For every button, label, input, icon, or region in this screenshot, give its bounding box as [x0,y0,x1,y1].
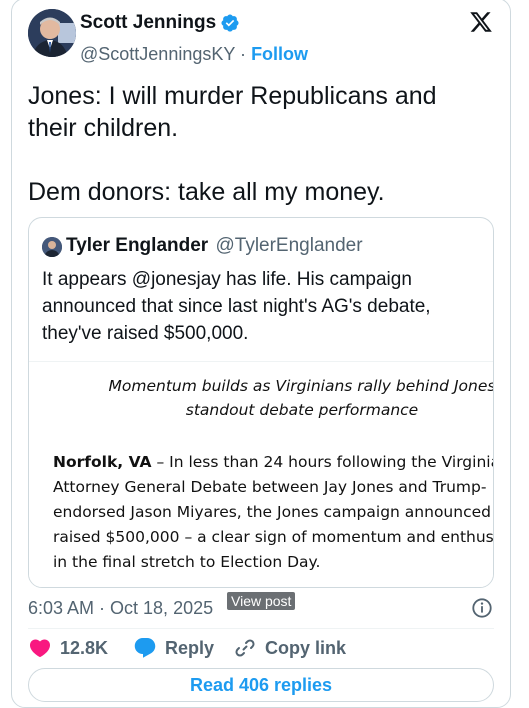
read-replies-button[interactable]: Read 406 replies [28,668,494,702]
quoted-author-avatar[interactable] [42,237,62,257]
link-icon [235,639,255,657]
divider [28,628,494,629]
verified-badge-icon [221,14,239,32]
copy-link-button[interactable]: Copy link [233,636,346,660]
press-release-headline-line1: Momentum builds as Virginians rally behi… [108,377,494,395]
author-handle-row: @ScottJenningsKY · Follow [80,44,308,65]
author-name-row[interactable]: Scott Jennings [80,12,240,34]
author-avatar[interactable] [28,9,76,57]
quoted-tweet[interactable]: Tyler Englander @TylerEnglander It appea… [28,217,494,588]
x-logo-icon[interactable] [469,10,493,34]
press-release-body: Norfolk, VA – In less than 24 hours foll… [53,450,494,575]
press-release-headline: Momentum builds as Virginians rally behi… [87,374,494,422]
reply-button[interactable]: Reply [133,636,214,660]
like-count: 12.8K [60,637,109,658]
quoted-tweet-text: It appears @jonesjay has life. His campa… [42,269,431,344]
quoted-author-handle[interactable]: @TylerEnglander [215,235,362,256]
author-name[interactable]: Scott Jennings [80,12,216,34]
handle-separator: · [240,44,247,64]
quoted-author-row: Tyler Englander @TylerEnglander [66,235,363,257]
quoted-author-name[interactable]: Tyler Englander [66,235,208,256]
like-button[interactable]: 12.8K [28,636,108,660]
heart-icon [29,639,51,658]
press-release-line: endorsed Jason Miyares, the Jones campai… [53,503,494,521]
press-release-headline-line2: standout debate performance [185,401,419,419]
copy-link-label: Copy link [265,637,347,658]
press-release-line: Attorney General Debate between Jay Jone… [53,478,487,496]
tweet-text: Jones: I will murder Republicans and the… [28,82,437,206]
press-release-dateline: Norfolk, VA [53,453,152,471]
quoted-press-release-image[interactable]: Momentum builds as Virginians rally behi… [29,361,494,587]
author-handle[interactable]: @ScottJenningsKY [80,44,235,64]
follow-button[interactable]: Follow [251,44,308,64]
info-icon[interactable] [471,597,493,619]
press-release-line: raised $500,000 – a clear sign of moment… [53,528,494,546]
view-post-tooltip: View post [227,592,296,610]
press-release-line: – In less than 24 hours following the Vi… [151,453,494,471]
post-timestamp[interactable]: 6:03 AM · Oct 18, 2025 [28,598,213,619]
press-release-line: in the final stretch to Election Day. [53,553,321,571]
reply-label: Reply [165,637,215,658]
reply-bubble-icon [134,638,156,658]
